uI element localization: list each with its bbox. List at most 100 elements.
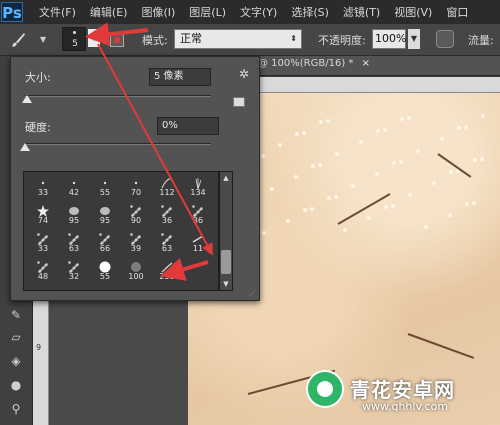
- opacity-dropdown-caret-icon[interactable]: ▼: [408, 29, 420, 49]
- brush-preset-item[interactable]: 90: [121, 204, 151, 228]
- menu-image[interactable]: 图像(I): [141, 4, 175, 20]
- brush-preset-item[interactable]: 95: [90, 204, 120, 228]
- resize-grip-icon[interactable]: ⋰: [249, 289, 256, 297]
- preset-grid-scrollbar[interactable]: ▲ ▼: [219, 171, 233, 291]
- menu-view[interactable]: 视图(V): [394, 4, 432, 20]
- flow-label: 流量:: [468, 34, 494, 47]
- paint-bucket-tool-button[interactable]: ◈: [5, 352, 27, 370]
- gear-icon[interactable]: ✲: [237, 67, 251, 81]
- blossom-petal: [416, 149, 420, 153]
- brush-preset-size: 134: [190, 188, 206, 197]
- blossom-petal: [375, 172, 379, 176]
- new-preset-icon[interactable]: [233, 97, 245, 107]
- blossom-petal: [319, 120, 323, 124]
- blossom-petal: [294, 175, 298, 179]
- scroll-down-icon[interactable]: ▼: [220, 280, 232, 288]
- brush-preset-item[interactable]: 112: [152, 176, 182, 200]
- size-slider[interactable]: [25, 95, 211, 97]
- size-slider-thumb[interactable]: [21, 95, 32, 103]
- blossom-petal: [318, 163, 322, 167]
- blend-mode-value: 正常: [180, 32, 202, 45]
- watermark-title: 青花安卓网: [350, 378, 455, 402]
- brush-preset-item[interactable]: 55: [90, 176, 120, 200]
- brush-preset-item[interactable]: 32: [59, 260, 89, 284]
- menu-window[interactable]: 窗口: [446, 4, 468, 20]
- tablet-pressure-opacity-icon[interactable]: [436, 30, 454, 48]
- close-tab-icon[interactable]: ×: [362, 58, 370, 69]
- toggle-brush-panel-icon[interactable]: [110, 33, 124, 47]
- brush-preset-size: 95: [99, 216, 111, 225]
- blossom-petal: [399, 160, 403, 164]
- brush-preset-picker-button[interactable]: 5: [62, 27, 86, 51]
- menu-file[interactable]: 文件(F): [39, 4, 76, 20]
- brush-preset-item[interactable]: 66: [90, 232, 120, 256]
- brush-tool-button[interactable]: ✎: [5, 306, 27, 324]
- scroll-up-icon[interactable]: ▲: [220, 174, 232, 182]
- brush-preset-item[interactable]: 63: [152, 232, 182, 256]
- hardness-slider[interactable]: [25, 143, 211, 145]
- watermark-url: www.qhhlv.com: [362, 400, 449, 413]
- brush-preset-item[interactable]: 33: [28, 232, 58, 256]
- brush-preset-item[interactable]: 100: [121, 260, 151, 284]
- horizontal-ruler[interactable]: [240, 77, 500, 93]
- blossom-petal: [464, 125, 468, 129]
- brush-preset-item[interactable]: 33: [28, 176, 58, 200]
- brush-preset-item[interactable]: 36: [152, 204, 182, 228]
- photoshop-logo: Ps: [1, 2, 23, 22]
- blossom-petal: [367, 216, 371, 220]
- brush-preset-item[interactable]: 95: [59, 204, 89, 228]
- hardness-slider-thumb[interactable]: [20, 143, 30, 151]
- brush-preset-item[interactable]: 39: [121, 232, 151, 256]
- menu-layer[interactable]: 图层(L): [189, 4, 226, 20]
- dodge-tool-button[interactable]: ⚲: [5, 400, 27, 418]
- blossom-petal: [310, 207, 314, 211]
- document-tab[interactable]: @ 100%(RGB/16) * ×: [258, 58, 370, 69]
- blossom-petal: [449, 170, 453, 174]
- blend-mode-select[interactable]: 正常 ⬍: [174, 29, 302, 49]
- blossom-petal: [480, 157, 484, 161]
- mode-label: 模式:: [142, 34, 168, 47]
- size-input[interactable]: 5 像素: [149, 68, 211, 86]
- photoshop-window: Ps 文件(F) 编辑(E) 图像(I) 图层(L) 文字(Y) 选择(S) 滤…: [0, 0, 500, 425]
- blossom-petal: [408, 193, 412, 197]
- watermark-logo: [306, 370, 344, 408]
- ruler-label: 9: [36, 343, 42, 352]
- scrollbar-thumb[interactable]: [221, 250, 231, 274]
- blossom-petal: [311, 164, 315, 168]
- brush-preset-item[interactable]: 74: [28, 204, 58, 228]
- blossom-petal: [302, 131, 306, 135]
- brush-preset-item[interactable]: 250: [152, 260, 182, 284]
- brush-preset-size: 39: [130, 244, 142, 253]
- blossom-petal: [335, 152, 339, 156]
- blossom-petal: [448, 213, 452, 217]
- brush-preset-item[interactable]: 36: [183, 204, 213, 228]
- brush-preset-item[interactable]: 55: [90, 260, 120, 284]
- brush-preset-item[interactable]: 70: [121, 176, 151, 200]
- tool-preset-caret-icon[interactable]: ▼: [40, 35, 46, 44]
- brush-preset-dropdown-caret-icon[interactable]: ▼: [88, 29, 100, 47]
- opacity-input[interactable]: 100%: [372, 29, 406, 49]
- menu-edit[interactable]: 编辑(E): [90, 4, 128, 20]
- blossom-petal: [473, 158, 477, 162]
- brush-tool-icon[interactable]: [10, 32, 26, 48]
- blossom-petal: [278, 143, 282, 147]
- brush-preset-size: 90: [130, 216, 142, 225]
- branch-twig: [407, 333, 475, 359]
- brush-preset-item[interactable]: 48: [28, 260, 58, 284]
- menu-filter[interactable]: 滤镜(T): [343, 4, 380, 20]
- hardness-input[interactable]: 0%: [157, 117, 219, 135]
- select-arrows-icon: ⬍: [290, 34, 297, 43]
- brush-preset-item[interactable]: 134: [183, 176, 213, 200]
- brush-preset-size: 100: [128, 272, 144, 281]
- blossom-petal: [327, 196, 331, 200]
- brush-preset-item[interactable]: 63: [59, 232, 89, 256]
- menu-type[interactable]: 文字(Y): [240, 4, 277, 20]
- blossom-petal: [376, 129, 380, 133]
- brush-preset-item[interactable]: 42: [59, 176, 89, 200]
- blur-tool-button[interactable]: ●: [5, 376, 27, 394]
- blossom-petal: [286, 219, 290, 223]
- brush-preset-item[interactable]: 11: [183, 232, 213, 256]
- menu-select[interactable]: 选择(S): [291, 4, 329, 20]
- eraser-tool-button[interactable]: ▱: [5, 328, 27, 346]
- blossom-petal: [262, 231, 266, 235]
